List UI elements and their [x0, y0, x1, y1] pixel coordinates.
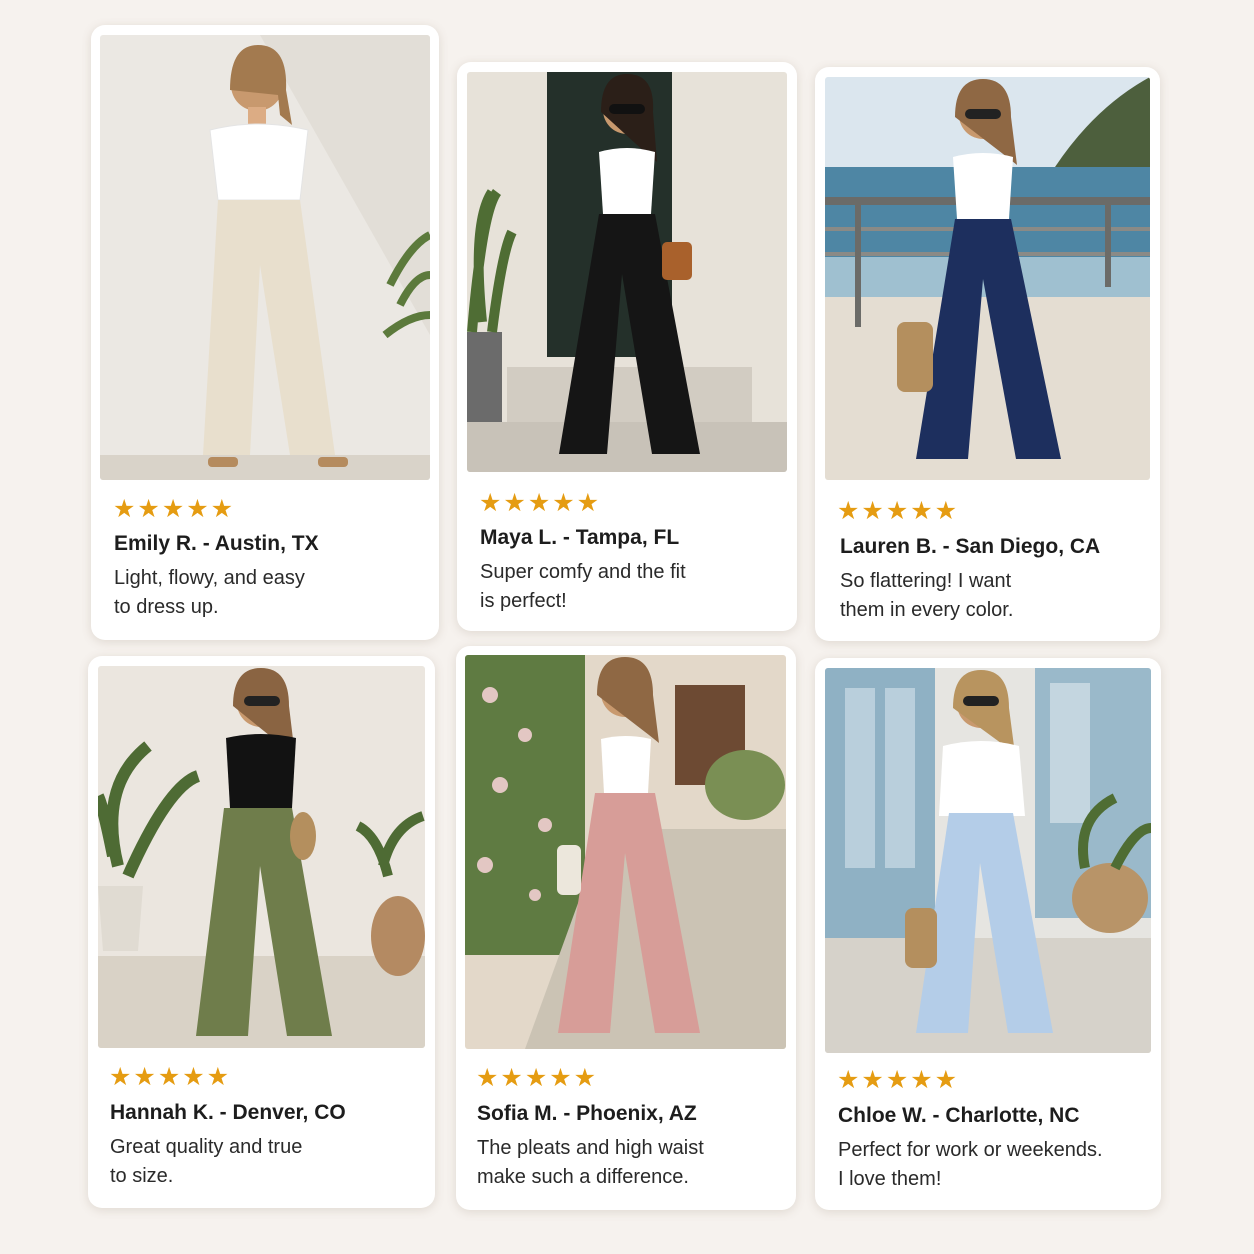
review-text: Light, flowy, and easy to dress up.: [114, 567, 305, 618]
review-photo: [467, 72, 787, 472]
review-photo: [98, 666, 425, 1048]
star-rating: ★★★★★: [479, 489, 602, 517]
review-photo: [100, 35, 430, 480]
star-rating: ★★★★★: [113, 495, 236, 523]
review-text: The pleats and high waist make such a di…: [477, 1137, 704, 1188]
review-card: ★★★★★ Hannah K. - Denver, CO Great quali…: [88, 656, 435, 1208]
reviewer-name: Emily R. - Austin, TX: [114, 532, 319, 555]
star-rating: ★★★★★: [476, 1064, 599, 1092]
reviewer-name: Hannah K. - Denver, CO: [110, 1101, 346, 1124]
review-text: Perfect for work or weekends. I love the…: [838, 1139, 1103, 1190]
review-card: ★★★★★ Maya L. - Tampa, FL Super comfy an…: [457, 62, 797, 631]
star-rating: ★★★★★: [109, 1063, 232, 1091]
star-rating: ★★★★★: [837, 1066, 960, 1094]
review-text: Great quality and true to size.: [110, 1136, 303, 1187]
review-text: So flattering! I want them in every colo…: [840, 570, 1014, 621]
reviewer-name: Sofia M. - Phoenix, AZ: [477, 1102, 697, 1125]
reviewer-name: Maya L. - Tampa, FL: [480, 526, 680, 549]
review-photo: [825, 668, 1151, 1053]
reviewer-name: Lauren B. - San Diego, CA: [840, 535, 1101, 558]
review-card: ★★★★★ Lauren B. - San Diego, CA So flatt…: [815, 67, 1160, 641]
star-rating: ★★★★★: [837, 497, 960, 525]
review-card: ★★★★★ Sofia M. - Phoenix, AZ The pleats …: [456, 646, 796, 1210]
review-photo: [465, 655, 786, 1049]
review-photo: [825, 77, 1150, 480]
reviewer-name: Chloe W. - Charlotte, NC: [838, 1104, 1080, 1127]
review-card: ★★★★★ Emily R. - Austin, TX Light, flowy…: [91, 25, 439, 640]
review-text: Super comfy and the fit is perfect!: [480, 561, 686, 612]
review-card: ★★★★★ Chloe W. - Charlotte, NC Perfect f…: [815, 658, 1161, 1210]
